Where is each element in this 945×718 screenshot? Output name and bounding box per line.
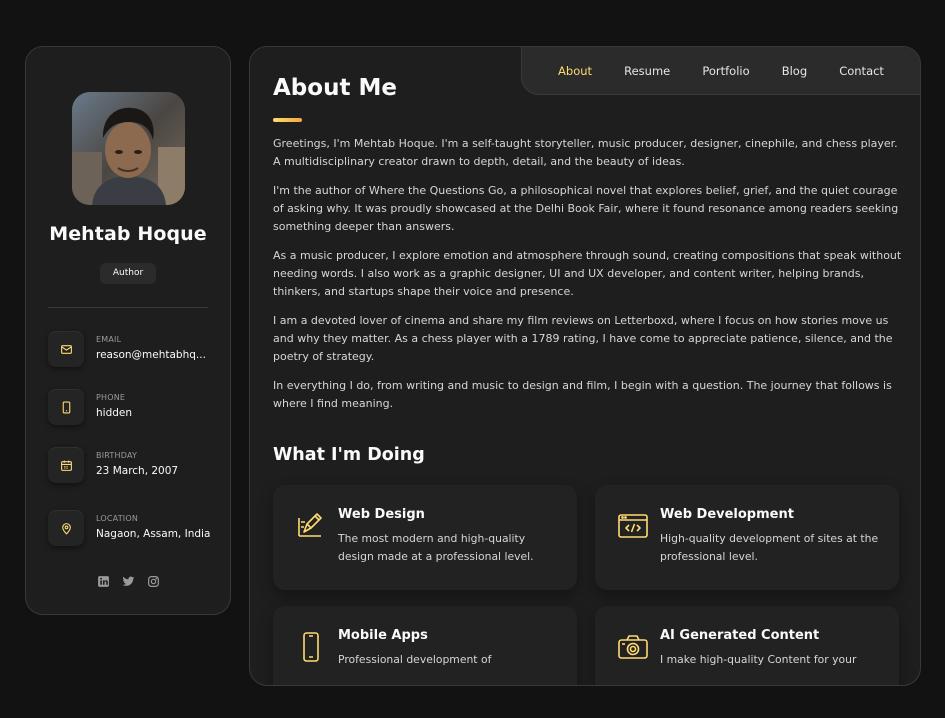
profile-name: Mehtab Hoque: [49, 223, 207, 245]
page: Mehtab Hoque Author Email reason@mehtabh…: [0, 0, 945, 718]
social-links: [26, 575, 230, 588]
contact-label: Email: [96, 335, 122, 344]
contact-label: Birthday: [96, 451, 138, 460]
contact-label: Location: [96, 514, 139, 523]
twitter-icon[interactable]: [122, 575, 135, 588]
title-underline: [273, 118, 302, 122]
linkedin-icon[interactable]: [97, 575, 110, 588]
about-paragraph: In everything I do, from writing and mus…: [273, 379, 892, 410]
service-card-mobile-apps: Mobile Apps Professional development of: [273, 606, 577, 685]
camera-icon: [616, 630, 650, 664]
avatar: [72, 92, 185, 205]
navbar: About Resume Portfolio Blog Contact: [521, 47, 920, 95]
service-card-web-development: Web Development High-quality development…: [595, 485, 899, 590]
contact-phone: Phone hidden: [48, 389, 218, 429]
service-title: Web Development: [660, 507, 794, 522]
mail-icon: [48, 331, 84, 367]
service-text: The most modern and high-quality design …: [338, 532, 534, 563]
code-icon: [616, 509, 650, 543]
about-paragraph: I'm the author of Where the Questions Go…: [273, 184, 899, 233]
service-title: Web Design: [338, 507, 425, 522]
nav-link-portfolio[interactable]: Portfolio: [702, 64, 749, 78]
about-paragraph: As a music producer, I explore emotion a…: [273, 249, 902, 298]
sidebar: Mehtab Hoque Author Email reason@mehtabh…: [25, 46, 231, 615]
profile-title-badge: Author: [100, 263, 156, 284]
calendar-icon: [48, 447, 84, 483]
mobile-icon: [294, 630, 328, 664]
location-value: Nagaon, Assam, India: [96, 528, 211, 540]
services-title: What I'm Doing: [273, 445, 425, 465]
main-content: About Resume Portfolio Blog Contact Abou…: [249, 46, 921, 686]
service-title: AI Generated Content: [660, 628, 820, 643]
service-title: Mobile Apps: [338, 628, 428, 643]
contact-location: Location Nagaon, Assam, India: [48, 510, 218, 550]
service-text: High-quality development of sites at the…: [660, 532, 879, 563]
instagram-icon[interactable]: [147, 575, 160, 588]
about-paragraph: I am a devoted lover of cinema and share…: [273, 314, 893, 363]
nav-link-blog[interactable]: Blog: [782, 64, 807, 78]
contact-email: Email reason@mehtabhq...: [48, 331, 218, 371]
birthday-value: 23 March, 2007: [96, 465, 179, 477]
design-icon: [294, 509, 328, 543]
phone-value: hidden: [96, 407, 133, 419]
nav-link-resume[interactable]: Resume: [624, 64, 670, 78]
service-card-ai-content: AI Generated Content I make high-quality…: [595, 606, 899, 685]
location-icon: [48, 510, 84, 546]
phone-icon: [48, 389, 84, 425]
about-paragraph: Greetings, I'm Mehtab Hoque. I'm a self-…: [273, 137, 898, 168]
contact-label: Phone: [96, 393, 126, 402]
service-card-web-design: Web Design The most modern and high-qual…: [273, 485, 577, 590]
service-text: I make high-quality Content for your: [660, 653, 857, 666]
nav-link-about[interactable]: About: [558, 64, 592, 78]
about-text: Greetings, I'm Mehtab Hoque. I'm a self-…: [273, 135, 903, 424]
page-title: About Me: [273, 75, 397, 101]
service-text: Professional development of: [338, 653, 492, 666]
nav-link-contact[interactable]: Contact: [839, 64, 884, 78]
email-link[interactable]: reason@mehtabhq...: [96, 348, 214, 363]
sidebar-separator: [48, 307, 208, 308]
contact-birthday: Birthday 23 March, 2007: [48, 447, 218, 487]
